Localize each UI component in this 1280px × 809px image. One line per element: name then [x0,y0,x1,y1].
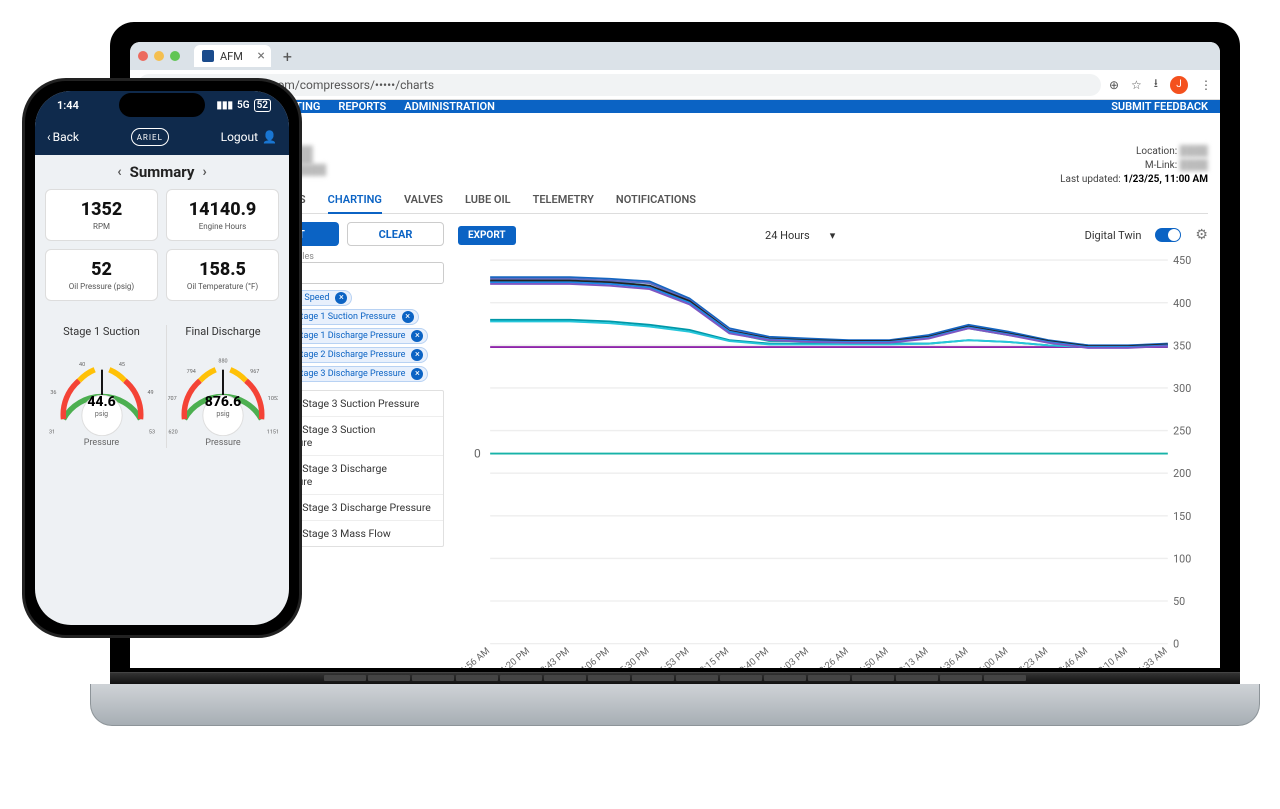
svg-text:50: 50 [1173,595,1185,608]
metric-card: 158.5Oil Temperature (°F) [166,249,279,301]
svg-text:880: 880 [218,358,227,364]
minimize-window-icon[interactable] [154,51,164,61]
tab-charting[interactable]: CHARTING [328,193,382,214]
logout-button[interactable]: Logout 👤 [221,130,277,144]
tab-telemetry[interactable]: TELEMETRY [533,193,594,213]
maximize-window-icon[interactable] [170,51,180,61]
battery-level: 52 [254,99,271,112]
phone-mock: 1:44 ▮▮▮ 5G 52 ‹ Back ARIEL Logout 👤 ‹ S… [22,78,302,638]
summary-header[interactable]: ‹ Summary › [35,155,289,189]
zoom-icon[interactable]: ⊕ [1109,78,1119,92]
chip-remove-icon[interactable]: × [411,368,423,380]
submit-feedback-link[interactable]: SUBMIT FEEDBACK [1111,100,1208,113]
back-label: Back [53,130,79,144]
svg-text:0: 0 [1173,638,1179,651]
browser-tabbar: AFM × + [130,42,1220,70]
bookmark-icon[interactable]: ☆ [1131,78,1142,92]
nav-item[interactable]: REPORTS [338,100,386,113]
gauge: Final Discharge6207077948809671053115187… [166,325,279,448]
window-controls [138,51,180,61]
tab-title: AFM [220,50,243,63]
svg-text:100: 100 [1173,552,1191,565]
chip-remove-icon[interactable]: × [335,292,347,304]
nav-item[interactable]: ADMINISTRATION [404,100,495,113]
user-icon: 👤 [262,130,277,144]
chip-remove-icon[interactable]: × [411,349,423,361]
urlbar-actions: ⊕ ☆ ⭳ J ⋮ [1109,74,1212,95]
svg-text:794: 794 [187,369,196,375]
profile-avatar[interactable]: J [1170,76,1188,94]
gauges: Stage 1 Suction31364045495344.6psigPress… [35,315,289,458]
chart-plot: 0 50 100 150 200 250 300 350 400 450 0 1/22/25, 11:… [458,252,1208,668]
gauge: Stage 1 Suction31364045495344.6psigPress… [45,325,158,448]
svg-text:400: 400 [1173,297,1191,310]
time-range-select[interactable]: 24 Hours ▾ [765,229,835,242]
range-label: 24 Hours [765,229,810,242]
clear-button[interactable]: CLEAR [347,222,444,246]
status-time: 1:44 [57,99,79,112]
tab-close-icon[interactable]: × [257,49,264,63]
logout-label: Logout [221,130,258,144]
digital-twin-label: Digital Twin [1085,229,1142,242]
menu-icon[interactable]: ⋮ [1200,78,1212,92]
meta-updated-label: Last updated: [1060,174,1121,185]
brand-logo: ARIEL [131,128,169,146]
detail-tabs: SUMMARYALERTSCHARTINGVALVESLUBE OILTELEM… [190,193,1208,214]
chevron-down-icon: ▾ [830,229,836,242]
svg-text:31: 31 [48,430,54,436]
tab-valves[interactable]: VALVES [404,193,443,213]
meta-updated-value: 1/23/25, 11:00 AM [1123,174,1208,185]
tab-favicon-icon [202,50,214,62]
tab-notifications[interactable]: NOTIFICATIONS [616,193,696,213]
svg-text:1151: 1151 [267,430,278,436]
svg-text:250: 250 [1173,425,1191,438]
svg-text:40: 40 [78,362,84,368]
svg-text:620: 620 [168,430,177,436]
phone-notch [119,93,205,117]
summary-label: Summary [130,163,195,181]
new-tab-button[interactable]: + [277,47,298,66]
svg-text:450: 450 [1173,254,1191,267]
browser-tab[interactable]: AFM × [194,45,271,67]
chevron-left-icon: ‹ [47,130,51,144]
signal-type: 5G [237,100,250,111]
chip-remove-icon[interactable]: × [411,330,423,342]
laptop-base [90,684,1260,726]
svg-text:967: 967 [250,369,259,375]
metric-card: 14140.9Engine Hours [166,189,279,241]
chevron-right-icon: › [202,164,206,180]
close-window-icon[interactable] [138,51,148,61]
meta-mlink-label: M-Link: [1145,160,1177,171]
chevron-left-icon: ‹ [117,164,121,180]
keyboard-deco [110,672,1240,684]
metric-card: 52Oil Pressure (psig) [45,249,158,301]
metric-cards: 1352RPM14140.9Engine Hours52Oil Pressure… [35,189,289,301]
signal-bars-icon: ▮▮▮ [217,100,234,111]
svg-text:53: 53 [148,430,154,436]
download-icon[interactable]: ⭳ [1154,74,1158,95]
chart-settings-icon[interactable]: ⚙ [1195,227,1208,243]
meta-loc-label: Location: [1136,146,1177,157]
digital-twin-toggle[interactable] [1155,228,1181,242]
unit-meta: Location: ████ M-Link: ████ Last updated… [1060,145,1208,187]
svg-text:150: 150 [1173,510,1191,523]
metric-card: 1352RPM [45,189,158,241]
phone-navbar: ‹ Back ARIEL Logout 👤 [35,119,289,155]
svg-text:45: 45 [118,362,124,368]
export-button[interactable]: EXPORT [458,226,516,245]
svg-text:200: 200 [1173,467,1191,480]
svg-text:350: 350 [1173,339,1191,352]
svg-text:300: 300 [1173,382,1191,395]
tab-lube oil[interactable]: LUBE OIL [465,193,511,213]
svg-text:0: 0 [474,447,481,461]
svg-text:1/22/25, 11:56 AM: 1/22/25, 11:56 AM [458,646,492,668]
chip-remove-icon[interactable]: × [402,311,414,323]
back-button[interactable]: ‹ Back [47,130,79,144]
